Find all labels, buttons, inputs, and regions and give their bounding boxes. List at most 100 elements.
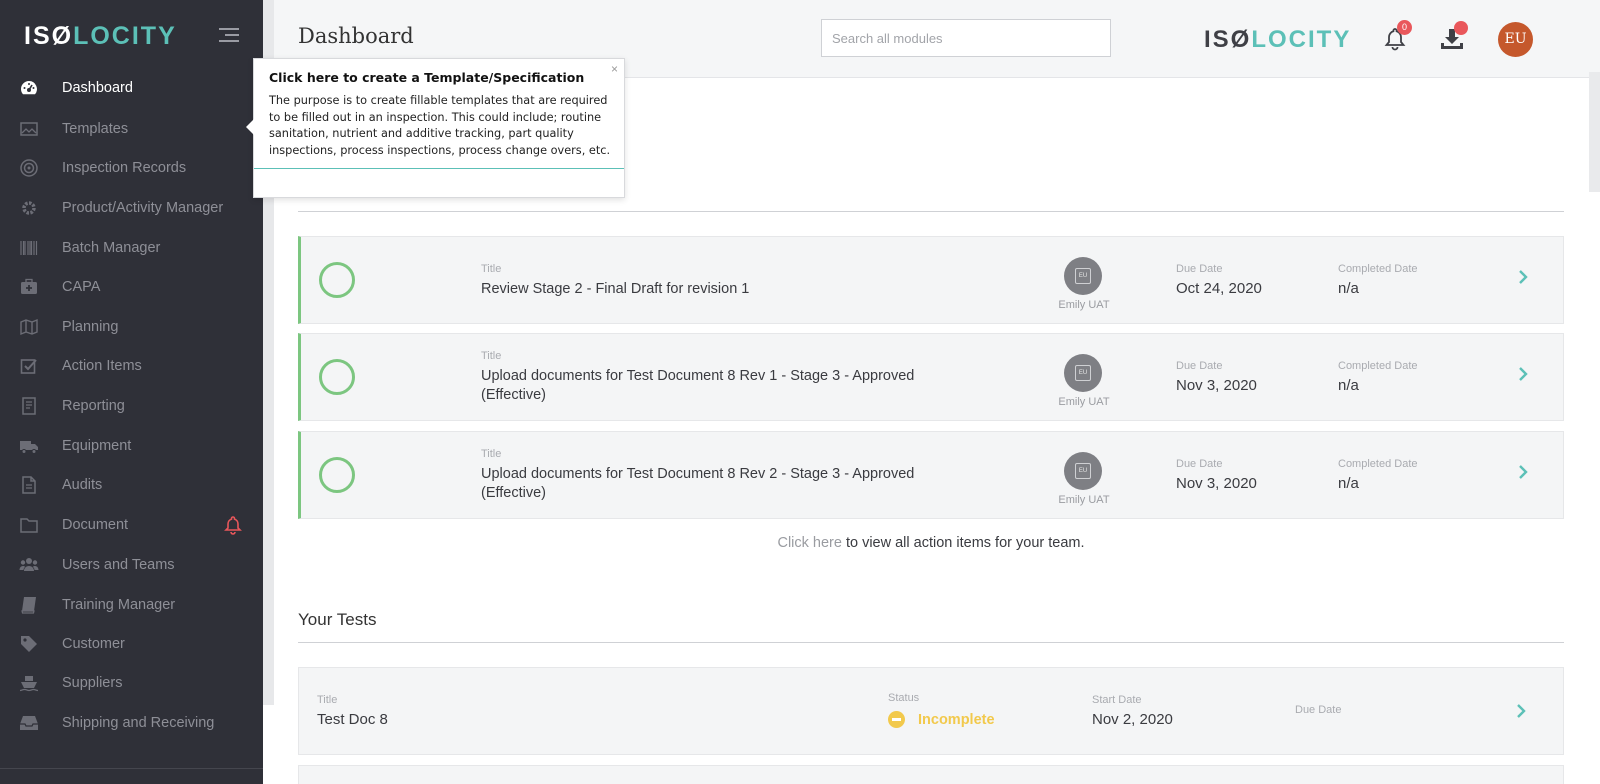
sidebar-item-label: Audits — [62, 477, 103, 493]
sidebar-item-suppliers[interactable]: Suppliers — [0, 665, 263, 701]
status-value: Incomplete — [918, 712, 995, 728]
target-icon — [18, 157, 40, 179]
sidebar-item-equipment[interactable]: Equipment — [0, 428, 263, 464]
chevron-right-icon[interactable] — [1518, 465, 1528, 479]
sidebar-item-label: Suppliers — [62, 675, 123, 691]
template-tooltip: × Click here to create a Template/Specif… — [246, 58, 625, 198]
brand-text-iso: ISØ — [1204, 26, 1252, 53]
tag-icon — [18, 633, 40, 655]
sidebar-item-label: Reporting — [62, 398, 125, 414]
sidebar-item-document[interactable]: Document — [0, 507, 263, 543]
sidebar-item-training-manager[interactable]: Training Manager — [0, 587, 263, 623]
sidebar-item-label: Shipping and Receiving — [62, 715, 215, 731]
sidebar: ISØLOCITY Dashboard Templates Inspection… — [0, 0, 263, 784]
sidebar-item-reporting[interactable]: Reporting — [0, 388, 263, 424]
sidebar-item-label: Dashboard — [62, 80, 133, 96]
file-icon — [18, 474, 40, 496]
menu-toggle-icon[interactable] — [219, 28, 239, 44]
complete-toggle-circle[interactable] — [319, 457, 355, 493]
test-title: Test Doc 8 — [317, 711, 388, 728]
action-item-card[interactable]: Title Review Stage 2 - Final Draft for r… — [298, 236, 1564, 324]
sidebar-item-customer[interactable]: Customer — [0, 626, 263, 662]
chevron-right-icon[interactable] — [1516, 704, 1526, 718]
assignee-avatar: EU — [1064, 452, 1102, 490]
sidebar-item-action-items[interactable]: Action Items — [0, 348, 263, 384]
sidebar-item-label: Users and Teams — [62, 557, 175, 573]
logo-text-locity: LOCITY — [73, 22, 177, 50]
sidebar-item-label: Planning — [62, 319, 119, 335]
tooltip-body: The purpose is to create fillable templa… — [269, 94, 611, 157]
chevron-right-icon[interactable] — [1518, 270, 1528, 284]
truck-icon — [18, 435, 40, 457]
notification-count-badge: 0 — [1397, 20, 1412, 35]
checkbox-icon — [18, 355, 40, 377]
completed-date-value: n/a — [1338, 475, 1359, 492]
sidebar-item-label: Action Items — [62, 358, 142, 374]
tooltip-arrow — [246, 119, 254, 135]
section-divider — [298, 642, 1564, 643]
sidebar-item-label: Document — [62, 517, 129, 533]
title-label: Title — [481, 350, 502, 362]
assignee-initials: EU — [1075, 365, 1091, 381]
sidebar-item-label: Batch Manager — [62, 240, 161, 256]
sidebar-item-planning[interactable]: Planning — [0, 309, 263, 345]
due-date-label: Due Date — [1176, 360, 1223, 372]
due-date-value: Nov 3, 2020 — [1176, 377, 1257, 394]
chevron-right-icon[interactable] — [1518, 367, 1528, 381]
due-date-label: Due Date — [1176, 263, 1223, 275]
assignee-avatar: EU — [1064, 257, 1102, 295]
sidebar-item-shipping-and-receiving[interactable]: Shipping and Receiving — [0, 705, 263, 741]
sidebar-logo[interactable]: ISØLOCITY — [24, 22, 177, 51]
completed-date-label: Completed Date — [1338, 360, 1418, 372]
bell-alert-icon[interactable] — [223, 515, 243, 535]
page-title: Dashboard — [298, 24, 414, 48]
assignee-initials: EU — [1075, 268, 1091, 284]
logo-text-iso: ISØ — [24, 22, 74, 50]
sidebar-item-product-activity-manager[interactable]: Product/Activity Manager — [0, 190, 263, 226]
sidebar-item-templates[interactable]: Templates — [0, 111, 263, 147]
due-date-value: Nov 3, 2020 — [1176, 475, 1257, 492]
complete-toggle-circle[interactable] — [319, 359, 355, 395]
assignee-avatar: EU — [1064, 354, 1102, 392]
test-card[interactable] — [298, 765, 1564, 784]
folder-icon — [18, 514, 40, 536]
tooltip-divider — [254, 168, 624, 169]
download-alert-dot — [1454, 21, 1468, 35]
sidebar-divider — [0, 768, 263, 769]
brand-text-locity: LOCITY — [1251, 26, 1352, 53]
report-icon — [18, 395, 40, 417]
sidebar-item-label: CAPA — [62, 279, 101, 295]
test-card[interactable]: Title Test Doc 8 Status Incomplete Start… — [298, 667, 1564, 755]
notification-bell-icon[interactable]: 0 — [1383, 20, 1412, 52]
sidebar-item-capa[interactable]: CAPA — [0, 269, 263, 305]
sidebar-item-label: Training Manager — [62, 597, 176, 613]
ship-icon — [18, 672, 40, 694]
sidebar-item-dashboard[interactable]: Dashboard — [0, 70, 263, 106]
header-brand-logo: ISØLOCITY — [1204, 26, 1351, 54]
download-icon[interactable] — [1439, 21, 1468, 52]
sidebar-item-audits[interactable]: Audits — [0, 467, 263, 503]
action-item-title: Upload documents for Test Document 8 Rev… — [481, 368, 915, 403]
sidebar-item-label: Customer — [62, 636, 125, 652]
view-all-link[interactable]: Click here — [777, 535, 841, 551]
action-item-card[interactable]: Title Upload documents for Test Document… — [298, 333, 1564, 421]
due-date-label: Due Date — [1176, 458, 1223, 470]
search-input[interactable] — [821, 19, 1111, 57]
assignee-name: Emily UAT — [1058, 396, 1110, 408]
tooltip-title[interactable]: Click here to create a Template/Specific… — [269, 70, 584, 85]
user-avatar[interactable]: EU — [1498, 22, 1533, 57]
sidebar-item-users-and-teams[interactable]: Users and Teams — [0, 547, 263, 583]
sidebar-item-batch-manager[interactable]: Batch Manager — [0, 230, 263, 266]
due-date-value: Oct 24, 2020 — [1176, 280, 1262, 297]
sidebar-item-label: Templates — [62, 121, 129, 137]
complete-toggle-circle[interactable] — [319, 262, 355, 298]
action-item-card[interactable]: Title Upload documents for Test Document… — [298, 431, 1564, 519]
sidebar-item-inspection-records[interactable]: Inspection Records — [0, 150, 263, 186]
sidebar-item-label: Product/Activity Manager — [62, 200, 224, 216]
users-icon — [18, 554, 40, 576]
scrollbar-thumb[interactable] — [1589, 72, 1600, 192]
assignee-name: Emily UAT — [1058, 299, 1110, 311]
section-divider — [298, 211, 1564, 212]
briefcase-medical-icon — [18, 276, 40, 298]
tooltip-close-button[interactable]: × — [611, 62, 618, 76]
